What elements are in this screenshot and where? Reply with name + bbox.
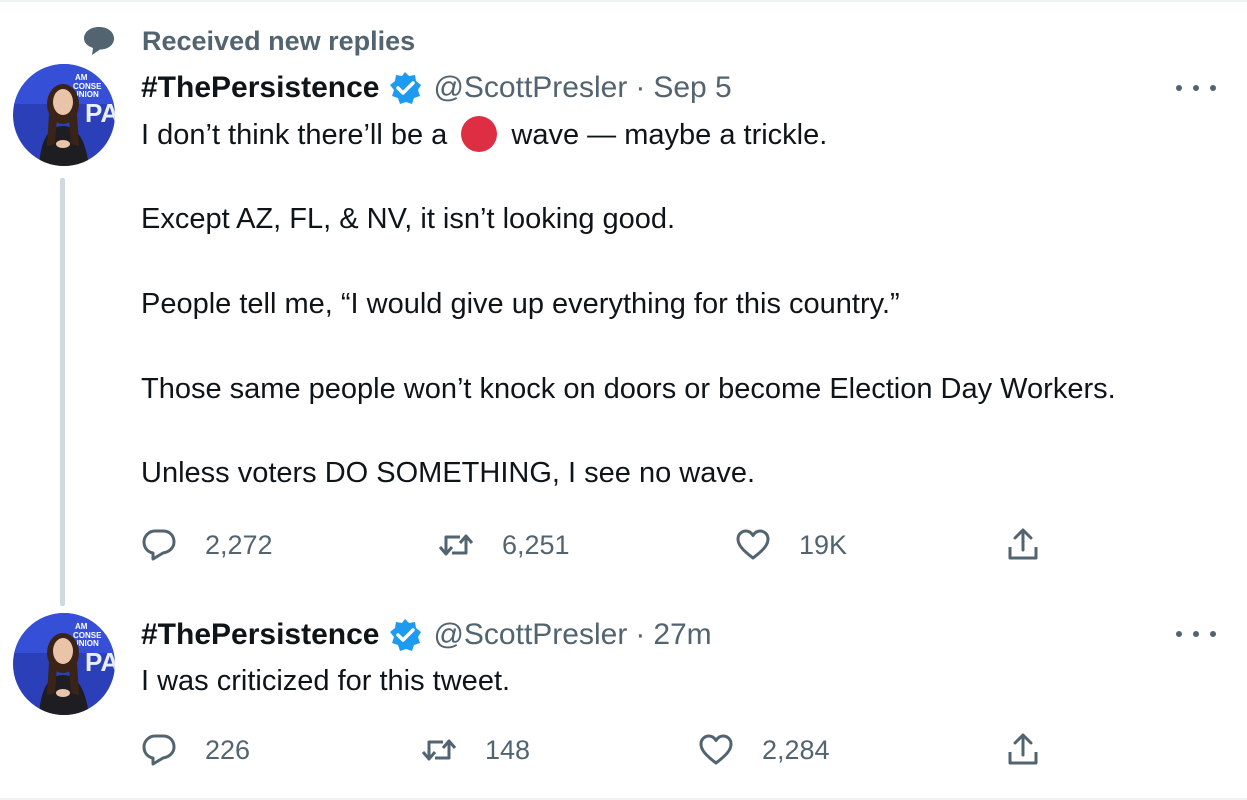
retweet-count: 6,251 bbox=[502, 529, 570, 560]
tweet-timestamp[interactable]: 27m bbox=[653, 618, 711, 652]
display-name[interactable]: #ThePersistence bbox=[141, 618, 379, 652]
separator-dot: · bbox=[635, 618, 646, 651]
verified-badge-icon bbox=[390, 72, 422, 104]
retweet-count: 148 bbox=[485, 734, 531, 765]
reply-button[interactable]: 226 bbox=[141, 730, 250, 770]
like-button[interactable]: 2,284 bbox=[698, 730, 830, 770]
reply-count: 226 bbox=[205, 734, 251, 765]
red-circle-emoji bbox=[461, 116, 498, 152]
svg-text:AM: AM bbox=[75, 622, 88, 631]
share-button[interactable] bbox=[1005, 525, 1041, 565]
share-icon bbox=[1008, 528, 1038, 560]
tweet-paragraph: Unless voters DO SOMETHING, I see no wav… bbox=[141, 457, 756, 489]
more-options-button[interactable] bbox=[1176, 78, 1216, 98]
tweet-paragraph: I was criticized for this tweet. bbox=[141, 665, 511, 697]
display-name[interactable]: #ThePersistence bbox=[141, 71, 379, 105]
more-options-button[interactable] bbox=[1176, 624, 1216, 644]
retweet-button[interactable]: 6,251 bbox=[438, 525, 570, 565]
more-icon bbox=[1176, 631, 1182, 637]
tweet-paragraph: Those same people won’t knock on doors o… bbox=[141, 373, 1116, 405]
tweet-paragraph: Except AZ, FL, & NV, it isn’t looking go… bbox=[141, 203, 676, 235]
user-handle[interactable]: @ScottPresler bbox=[433, 618, 627, 652]
avatar[interactable]: AM CONSE UNION PA bbox=[13, 613, 115, 715]
share-icon bbox=[1008, 733, 1038, 765]
avatar[interactable]: AM CONSE UNION PA bbox=[13, 64, 115, 166]
svg-text:PA: PA bbox=[85, 647, 115, 677]
svg-text:PA: PA bbox=[85, 98, 115, 128]
reply-count: 2,272 bbox=[205, 529, 273, 560]
thread-connector-line bbox=[60, 178, 65, 606]
tweet-header: #ThePersistence @ScottPresler · Sep 5 bbox=[141, 68, 732, 108]
reply-button[interactable]: 2,272 bbox=[141, 525, 273, 565]
reply-icon bbox=[142, 529, 176, 561]
retweet-icon bbox=[438, 534, 474, 556]
like-button[interactable]: 19K bbox=[735, 525, 847, 565]
tweet-paragraph: I don’t think there’ll be a wave — maybe… bbox=[141, 116, 827, 152]
like-count: 19K bbox=[799, 529, 848, 560]
heart-icon bbox=[736, 529, 770, 560]
tweet-timestamp[interactable]: Sep 5 bbox=[653, 71, 731, 105]
tweet-actions: 226 148 2,284 bbox=[141, 730, 1061, 770]
tweet-actions: 2,272 6,251 19K bbox=[141, 525, 1061, 565]
timeline-frame: Received new replies AM CONSE UNION PA #… bbox=[0, 0, 1247, 800]
heart-icon bbox=[699, 734, 733, 765]
share-button[interactable] bbox=[1005, 730, 1041, 770]
tweet-paragraph: People tell me, “I would give up everyth… bbox=[141, 288, 900, 320]
separator-dot: · bbox=[635, 71, 646, 104]
tweet-header: #ThePersistence @ScottPresler · 27m bbox=[141, 615, 712, 655]
speech-bubble-icon bbox=[84, 27, 114, 55]
retweet-icon bbox=[421, 739, 457, 761]
more-icon bbox=[1176, 85, 1182, 91]
reply-icon bbox=[142, 734, 176, 766]
like-count: 2,284 bbox=[762, 734, 830, 765]
svg-text:AM: AM bbox=[75, 73, 88, 82]
retweet-button[interactable]: 148 bbox=[421, 730, 530, 770]
verified-badge-icon bbox=[390, 619, 422, 651]
user-handle[interactable]: @ScottPresler bbox=[433, 71, 627, 105]
new-replies-label: Received new replies bbox=[142, 26, 416, 56]
